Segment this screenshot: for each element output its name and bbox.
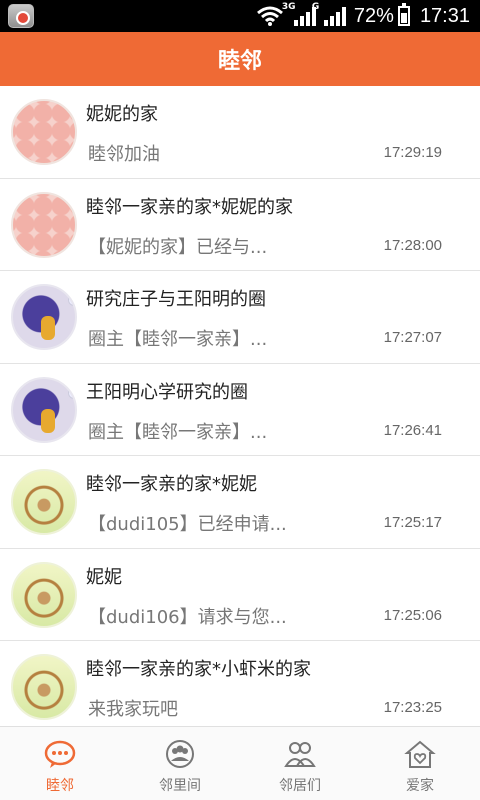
group-icon [166,740,194,768]
tab-label: 爱家 [406,778,434,794]
conversation-name: 睦邻一家亲的家*妮妮 [86,474,257,495]
avatar [11,376,77,443]
conversation-name: 王阳明心学研究的圈 [86,381,248,403]
conversation-row[interactable]: ♥ 睦邻一家亲的家*小虾米的家 来我家玩吧 17:23:25 [0,641,480,726]
tab-label: 睦邻 [46,778,74,794]
status-clock: 17:31 [419,4,470,27]
conversation-name: 睦邻一家亲的家*小虾米的家 [86,659,311,680]
conversation-time: 17:27:07 [383,329,442,346]
conversation-time: 17:26:41 [383,421,442,439]
conversation-preview: 圈主【睦邻一家亲】... [88,421,268,443]
tab-mulin[interactable]: 睦邻 [0,727,120,800]
avatar [11,99,77,165]
avatar [11,561,77,628]
signal-g-icon: G [312,2,346,26]
tab-neighborhood[interactable]: 邻里间 [120,727,240,800]
conversation-time: 17:28:00 [383,236,442,254]
network-type-label: 3G [281,2,296,12]
avatar [11,469,77,535]
conversation-row[interactable]: 妮妮 【dudi106】请求与您... 17:25:06 [0,549,480,641]
conversation-preview: 【dudi106】请求与您... [88,606,287,628]
conversation-preview: 睦邻加油 [88,144,160,165]
avatar [11,191,77,258]
avatar: ♥ [11,654,77,720]
conversation-row[interactable]: 研究庄子与王阳明的圈 圈主【睦邻一家亲】... 17:27:07 [0,271,480,364]
tab-neighbors[interactable]: 邻居们 [240,727,360,800]
conversation-preview: 【妮妮的家】已经与... [88,236,268,258]
battery-percent: 72% [353,4,394,27]
heart-icon: ♥ [73,666,75,682]
wifi-icon [256,6,283,26]
conversation-time: 17:29:19 [383,144,442,161]
conversation-list: 妮妮的家 睦邻加油 17:29:19 睦邻一家亲的家*妮妮的家 【妮妮的家】已经… [0,86,480,726]
conversation-name: 研究庄子与王阳明的圈 [86,289,266,310]
bottom-tab-bar: 睦邻 邻里间 邻居们 爱家 [0,726,480,800]
tab-label: 邻居们 [279,778,321,794]
conversation-name: 妮妮的家 [86,104,158,125]
conversation-time: 17:25:17 [383,514,442,531]
tab-label: 邻里间 [159,778,201,794]
app-bar: 睦邻 [0,32,480,86]
conversation-row[interactable]: 睦邻一家亲的家*妮妮的家 【妮妮的家】已经与... 17:28:00 [0,179,480,271]
battery-icon [397,3,410,26]
status-bar: 3G G 72% 17:31 [0,0,480,32]
conversation-name: 妮妮 [86,566,122,588]
people-icon [284,742,316,767]
conversation-name: 睦邻一家亲的家*妮妮的家 [86,196,293,218]
app-notification-icon [8,4,34,28]
conversation-time: 17:23:25 [383,699,442,716]
conversation-time: 17:25:06 [383,606,442,624]
signal-label: G [311,2,320,12]
chat-bubble-icon [44,740,76,768]
home-heart-icon [404,740,436,768]
conversation-row[interactable]: 妮妮的家 睦邻加油 17:29:19 [0,86,480,179]
avatar [11,284,77,350]
conversation-preview: 圈主【睦邻一家亲】... [88,329,268,350]
conversation-preview: 【dudi105】已经申请... [88,514,287,535]
page-title: 睦邻 [217,49,262,74]
tab-home[interactable]: 爱家 [360,727,480,800]
cloud-icon [68,294,75,306]
cloud-icon [68,386,75,399]
conversation-preview: 来我家玩吧 [88,699,178,720]
conversation-row[interactable]: 睦邻一家亲的家*妮妮 【dudi105】已经申请... 17:25:17 [0,456,480,549]
conversation-row[interactable]: 王阳明心学研究的圈 圈主【睦邻一家亲】... 17:26:41 [0,364,480,456]
